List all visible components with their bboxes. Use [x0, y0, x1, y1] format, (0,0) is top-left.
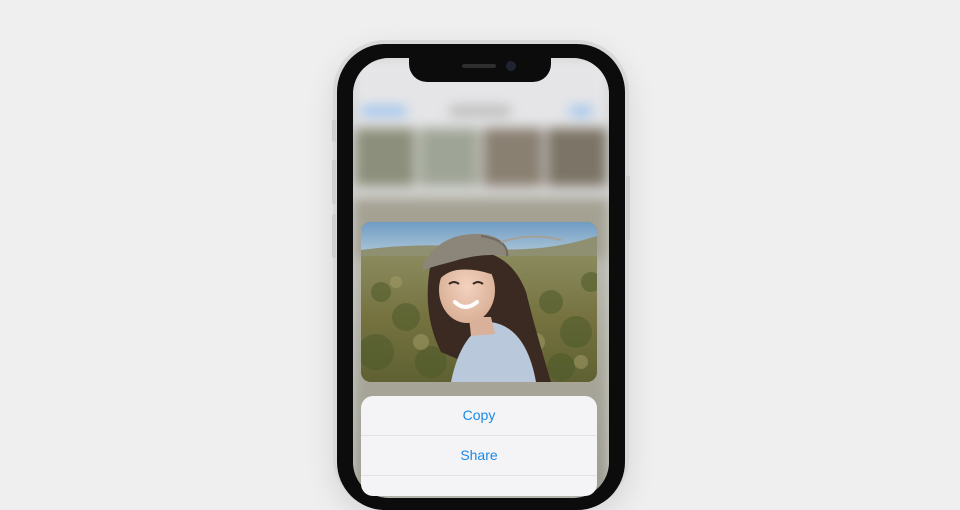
context-menu: Copy Share — [361, 396, 597, 496]
volume-up-button — [332, 160, 336, 204]
thumbnail-blurred — [355, 128, 415, 186]
mute-switch — [332, 120, 336, 142]
share-menu-item[interactable]: Share — [361, 436, 597, 476]
thumbnail-blurred — [419, 128, 479, 186]
earpiece-speaker — [462, 64, 496, 68]
photo-illustration — [361, 222, 597, 382]
power-button — [626, 176, 630, 240]
photo-preview[interactable] — [361, 222, 597, 382]
copy-menu-item[interactable]: Copy — [361, 396, 597, 436]
notch — [409, 56, 551, 82]
nav-title-blurred — [449, 106, 511, 116]
volume-down-button — [332, 214, 336, 258]
nav-action-blurred — [569, 106, 593, 116]
thumbnail-blurred — [547, 128, 607, 186]
thumbnail-blurred — [483, 128, 543, 186]
nav-back-blurred — [361, 106, 407, 116]
front-camera — [506, 61, 516, 71]
